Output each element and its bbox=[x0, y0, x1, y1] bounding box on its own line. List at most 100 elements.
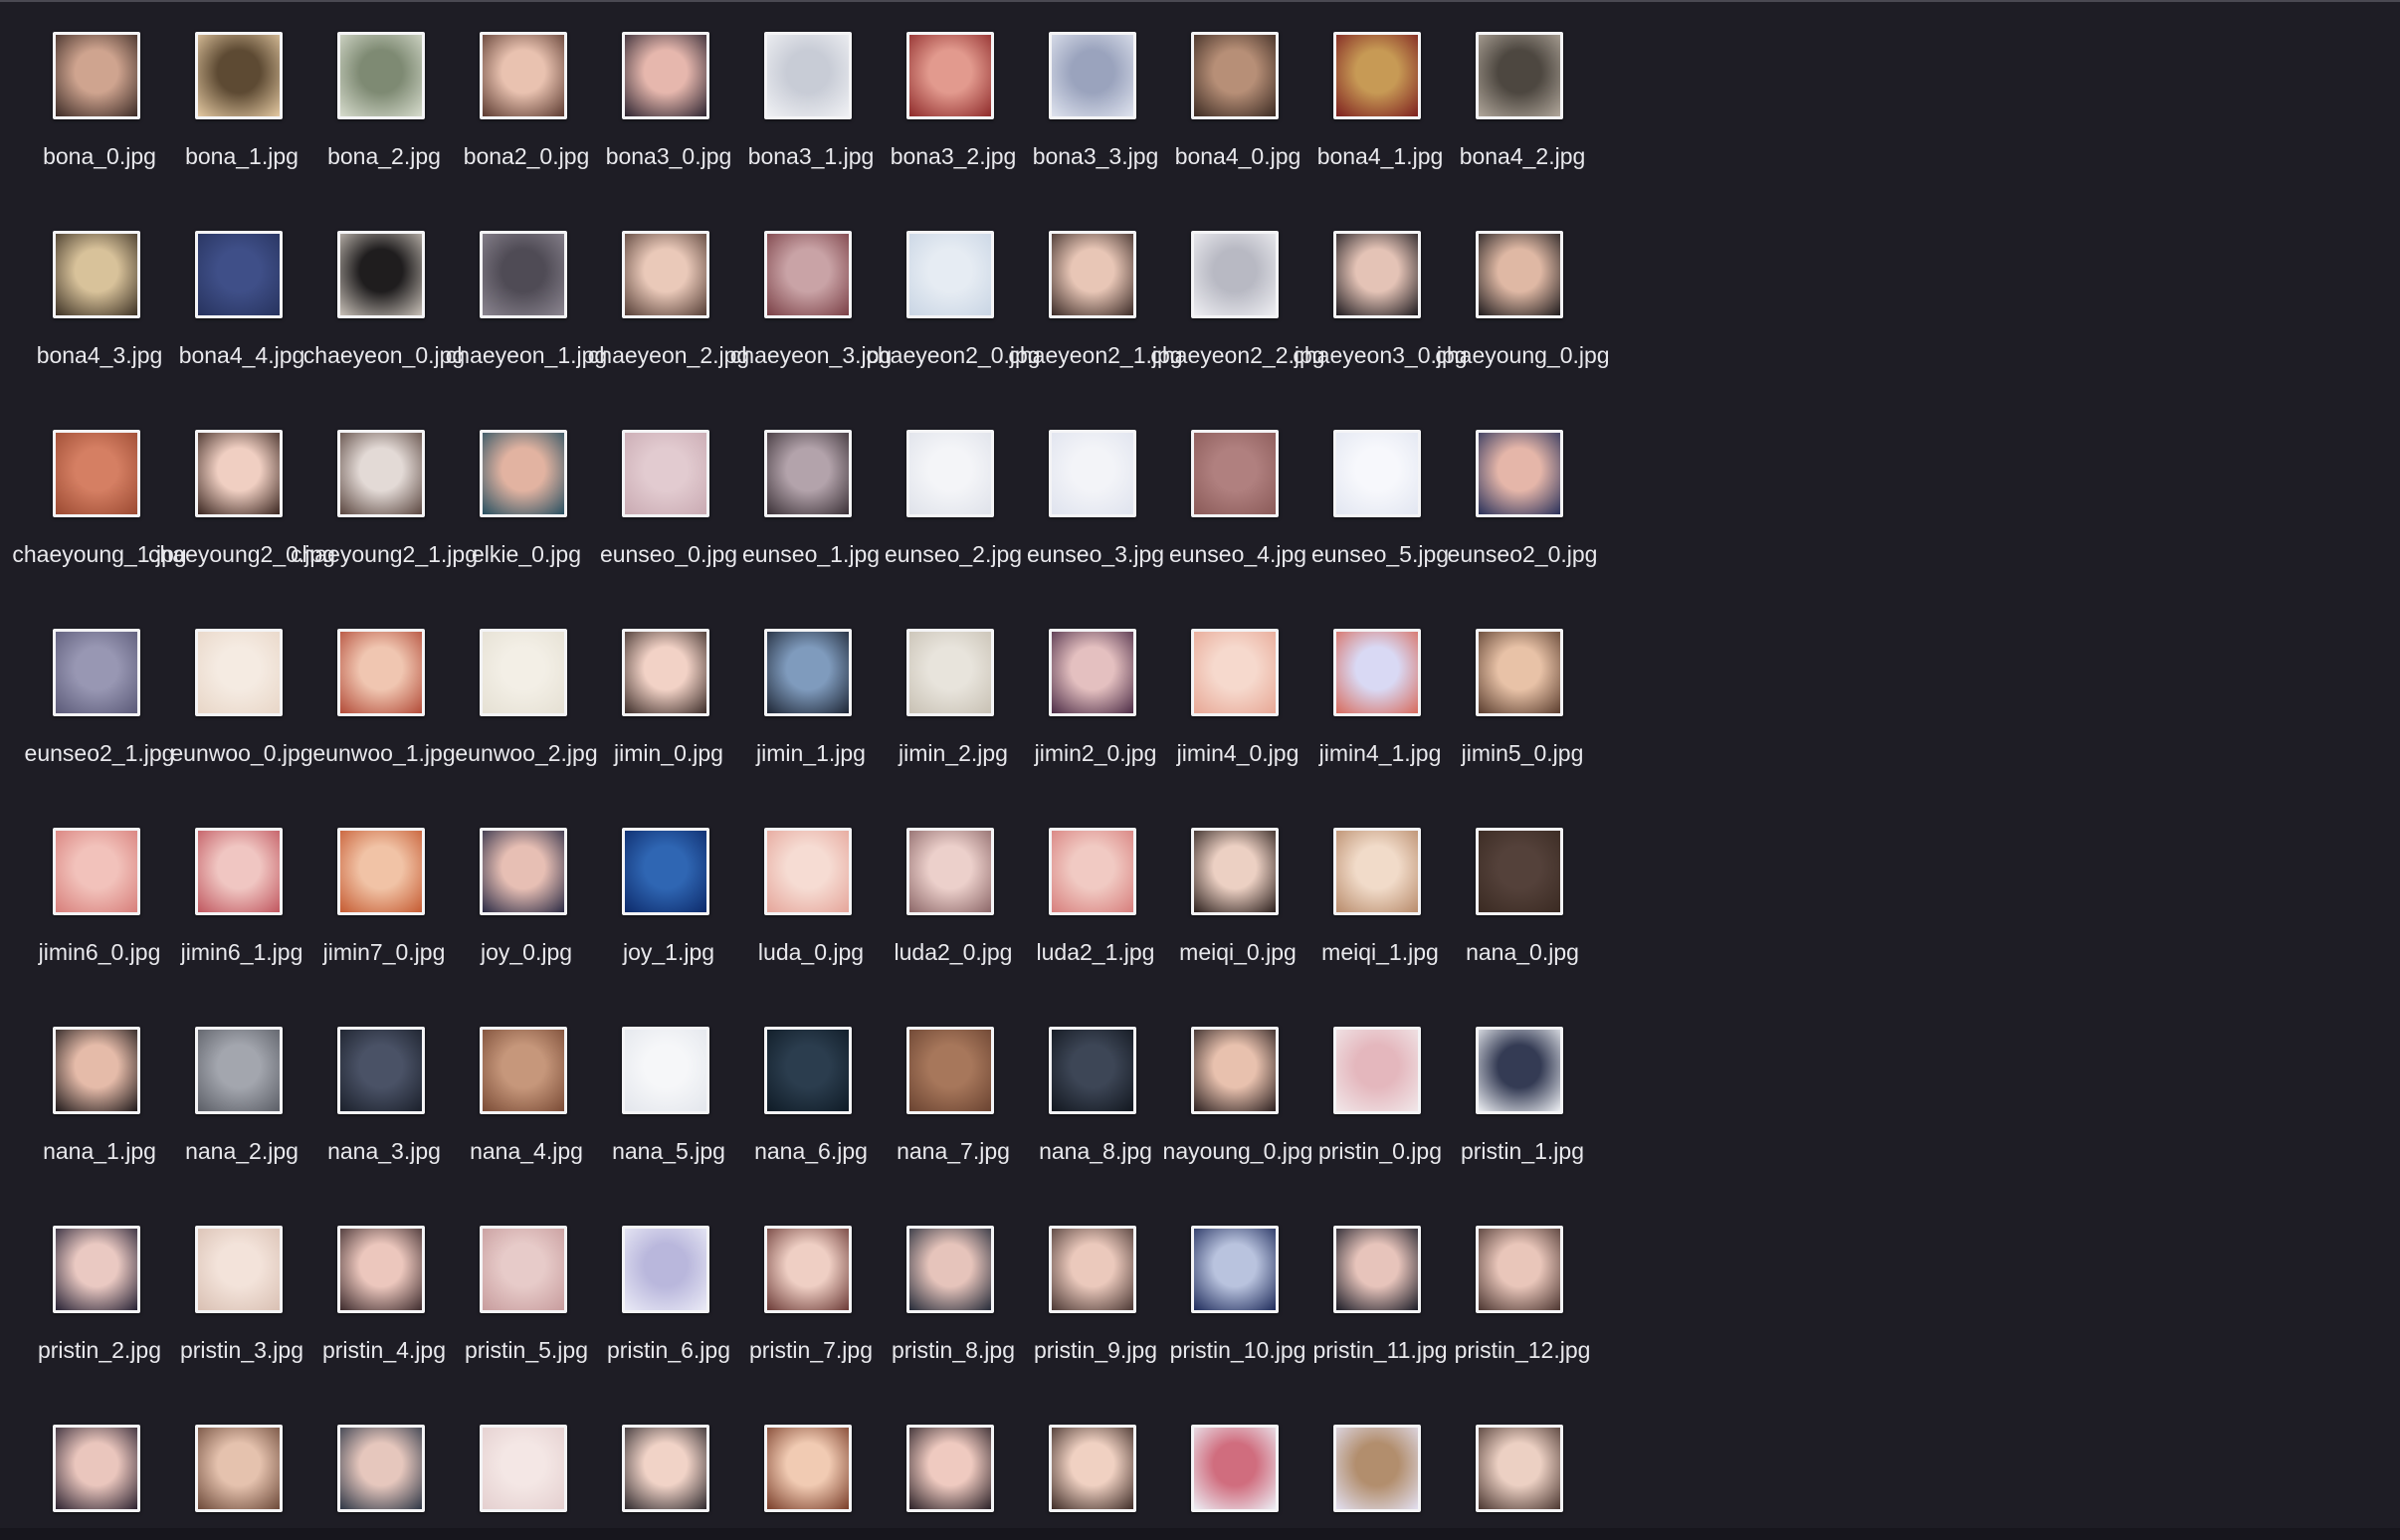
image-thumbnail[interactable] bbox=[1333, 1027, 1421, 1114]
image-thumbnail[interactable] bbox=[906, 430, 994, 517]
image-thumbnail[interactable] bbox=[1049, 430, 1136, 517]
image-thumbnail[interactable] bbox=[1049, 231, 1136, 318]
image-thumbnail[interactable] bbox=[906, 629, 994, 716]
image-thumbnail[interactable] bbox=[53, 1425, 140, 1512]
image-thumbnail[interactable] bbox=[195, 231, 283, 318]
image-thumbnail[interactable] bbox=[622, 32, 709, 119]
file-name-label: pristin_12.jpg bbox=[1454, 1337, 1591, 1363]
image-thumbnail[interactable] bbox=[622, 1226, 709, 1313]
file-item[interactable]: eunseo2_0.jpg bbox=[1413, 398, 1632, 597]
image-thumbnail[interactable] bbox=[764, 1425, 852, 1512]
image-thumbnail[interactable] bbox=[1476, 1425, 1563, 1512]
image-thumbnail[interactable] bbox=[53, 231, 140, 318]
image-thumbnail[interactable] bbox=[622, 828, 709, 915]
image-thumbnail[interactable] bbox=[764, 1027, 852, 1114]
image-thumbnail[interactable] bbox=[337, 32, 425, 119]
image-thumbnail[interactable] bbox=[480, 629, 567, 716]
image-thumbnail[interactable] bbox=[480, 430, 567, 517]
file-item[interactable]: pristin_1.jpg bbox=[1413, 995, 1632, 1194]
image-thumbnail[interactable] bbox=[1476, 1027, 1563, 1114]
image-thumbnail[interactable] bbox=[1333, 231, 1421, 318]
image-thumbnail[interactable] bbox=[1191, 1027, 1279, 1114]
image-thumbnail[interactable] bbox=[1476, 828, 1563, 915]
image-thumbnail[interactable] bbox=[622, 231, 709, 318]
image-thumbnail[interactable] bbox=[1333, 32, 1421, 119]
image-thumbnail[interactable] bbox=[1476, 629, 1563, 716]
image-thumbnail[interactable] bbox=[337, 430, 425, 517]
image-thumbnail[interactable] bbox=[53, 1226, 140, 1313]
image-thumbnail[interactable] bbox=[906, 828, 994, 915]
image-thumbnail[interactable] bbox=[764, 629, 852, 716]
image-thumbnail[interactable] bbox=[1191, 430, 1279, 517]
image-thumbnail[interactable] bbox=[337, 1027, 425, 1114]
image-thumbnail[interactable] bbox=[195, 1226, 283, 1313]
image-thumbnail[interactable] bbox=[53, 828, 140, 915]
image-thumbnail[interactable] bbox=[480, 828, 567, 915]
image-thumbnail[interactable] bbox=[1049, 1425, 1136, 1512]
image-thumbnail[interactable] bbox=[764, 231, 852, 318]
image-thumbnail[interactable] bbox=[906, 32, 994, 119]
file-name-label: chaeyoung_0.jpg bbox=[1435, 342, 1610, 368]
image-thumbnail[interactable] bbox=[195, 1425, 283, 1512]
file-item[interactable]: bona4_2.jpg bbox=[1413, 0, 1632, 199]
image-thumbnail[interactable] bbox=[906, 1027, 994, 1114]
image-thumbnail[interactable] bbox=[1191, 1226, 1279, 1313]
image-thumbnail[interactable] bbox=[764, 828, 852, 915]
image-thumbnail[interactable] bbox=[622, 1027, 709, 1114]
image-thumbnail[interactable] bbox=[1333, 1226, 1421, 1313]
image-thumbnail[interactable] bbox=[195, 430, 283, 517]
file-item[interactable]: nana_0.jpg bbox=[1413, 796, 1632, 995]
image-thumbnail[interactable] bbox=[195, 828, 283, 915]
file-item[interactable] bbox=[1413, 1393, 1632, 1528]
image-thumbnail[interactable] bbox=[337, 231, 425, 318]
image-thumbnail[interactable] bbox=[906, 231, 994, 318]
image-thumbnail[interactable] bbox=[1049, 32, 1136, 119]
file-item[interactable]: pristin_12.jpg bbox=[1413, 1194, 1632, 1393]
file-name-label: eunseo2_0.jpg bbox=[1447, 541, 1598, 567]
image-thumbnail[interactable] bbox=[1049, 1226, 1136, 1313]
image-thumbnail[interactable] bbox=[480, 32, 567, 119]
image-thumbnail[interactable] bbox=[906, 1425, 994, 1512]
image-thumbnail[interactable] bbox=[1049, 629, 1136, 716]
image-thumbnail[interactable] bbox=[1476, 430, 1563, 517]
image-thumbnail[interactable] bbox=[53, 629, 140, 716]
image-thumbnail[interactable] bbox=[337, 1226, 425, 1313]
image-thumbnail[interactable] bbox=[1476, 1226, 1563, 1313]
image-thumbnail[interactable] bbox=[480, 1425, 567, 1512]
image-thumbnail[interactable] bbox=[1476, 231, 1563, 318]
image-thumbnail[interactable] bbox=[195, 32, 283, 119]
image-thumbnail[interactable] bbox=[195, 1027, 283, 1114]
image-thumbnail[interactable] bbox=[480, 231, 567, 318]
image-thumbnail[interactable] bbox=[764, 32, 852, 119]
file-item[interactable]: jimin5_0.jpg bbox=[1413, 597, 1632, 796]
image-thumbnail[interactable] bbox=[480, 1226, 567, 1313]
image-thumbnail[interactable] bbox=[622, 1425, 709, 1512]
image-thumbnail[interactable] bbox=[480, 1027, 567, 1114]
image-thumbnail[interactable] bbox=[53, 1027, 140, 1114]
image-thumbnail[interactable] bbox=[1191, 231, 1279, 318]
file-name-label: jimin5_0.jpg bbox=[1461, 740, 1584, 766]
image-thumbnail[interactable] bbox=[337, 629, 425, 716]
image-thumbnail[interactable] bbox=[1476, 32, 1563, 119]
image-thumbnail[interactable] bbox=[53, 32, 140, 119]
image-thumbnail[interactable] bbox=[1191, 1425, 1279, 1512]
image-thumbnail[interactable] bbox=[764, 1226, 852, 1313]
image-thumbnail[interactable] bbox=[195, 629, 283, 716]
image-thumbnail[interactable] bbox=[622, 430, 709, 517]
image-thumbnail[interactable] bbox=[1191, 828, 1279, 915]
image-thumbnail[interactable] bbox=[906, 1226, 994, 1313]
image-thumbnail[interactable] bbox=[53, 430, 140, 517]
image-thumbnail[interactable] bbox=[337, 828, 425, 915]
image-thumbnail[interactable] bbox=[764, 430, 852, 517]
image-thumbnail[interactable] bbox=[1333, 1425, 1421, 1512]
image-thumbnail[interactable] bbox=[1049, 1027, 1136, 1114]
image-thumbnail[interactable] bbox=[1191, 32, 1279, 119]
file-item[interactable]: chaeyoung_0.jpg bbox=[1413, 199, 1632, 398]
image-thumbnail[interactable] bbox=[1333, 430, 1421, 517]
image-thumbnail[interactable] bbox=[337, 1425, 425, 1512]
image-thumbnail[interactable] bbox=[1333, 828, 1421, 915]
image-thumbnail[interactable] bbox=[1191, 629, 1279, 716]
image-thumbnail[interactable] bbox=[622, 629, 709, 716]
image-thumbnail[interactable] bbox=[1049, 828, 1136, 915]
image-thumbnail[interactable] bbox=[1333, 629, 1421, 716]
